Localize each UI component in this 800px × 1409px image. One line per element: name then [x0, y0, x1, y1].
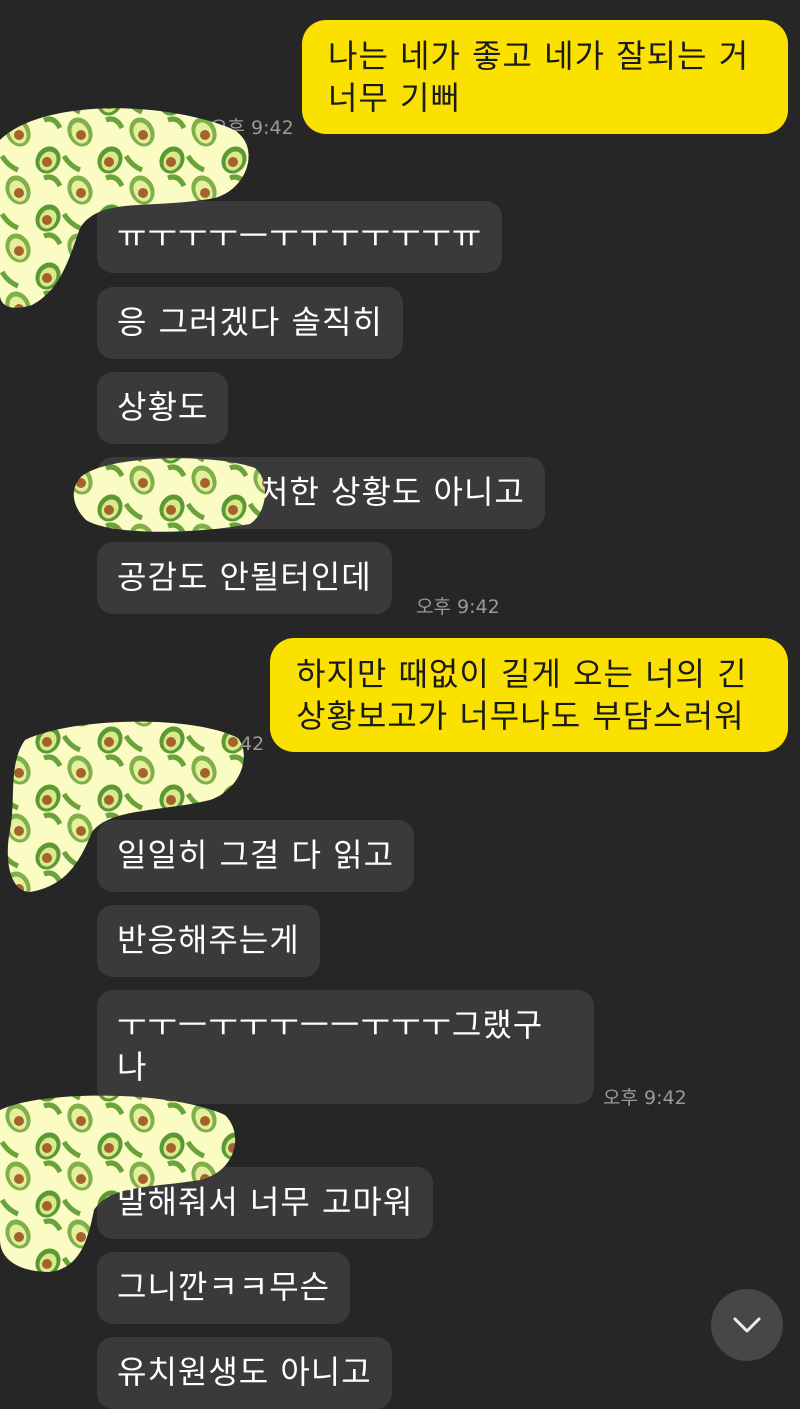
message-timestamp: 42: [240, 733, 265, 755]
their-message-bubble[interactable]: 말해줘서 너무 고마워: [97, 1167, 434, 1239]
their-message-bubble[interactable]: 그니깐ㅋㅋ무슨: [97, 1252, 351, 1324]
my-message-bubble[interactable]: 하지만 때없이 길게 오는 너의 긴 상황보고가 너무나도 부담스러워: [270, 638, 788, 752]
message-timestamp: 오후 9:42: [210, 117, 294, 139]
their-message-bubble[interactable]: 처한 상황도 아니고: [97, 457, 545, 529]
their-message-bubble[interactable]: 응 그러겠다 솔직히: [97, 287, 403, 359]
chevron-down-icon: [733, 1317, 761, 1333]
their-message-bubble[interactable]: 반응해주는게: [97, 905, 320, 977]
message-timestamp: 오후 9:42: [416, 596, 500, 618]
message-timestamp: 오후 9:42: [603, 1087, 687, 1109]
their-message-bubble[interactable]: 공감도 안될터인데: [97, 542, 392, 614]
their-message-bubble[interactable]: 상황도: [97, 372, 229, 444]
their-message-bubble[interactable]: 일일히 그걸 다 읽고: [97, 820, 415, 892]
their-message-bubble[interactable]: 유치원생도 아니고: [97, 1337, 392, 1409]
their-message-bubble[interactable]: ㅜㅜㅡㅜㅜㅜㅡㅡㅜㅜㅜ그랬구 나: [97, 990, 594, 1104]
scroll-to-bottom-button[interactable]: [711, 1289, 783, 1361]
my-message-bubble[interactable]: 나는 네가 좋고 네가 잘되는 거 너무 기뻐: [302, 20, 788, 134]
their-message-bubble[interactable]: ㅠㅜㅜㅜㅡㅜㅜㅜㅜㅜㅜㅠ: [97, 201, 503, 273]
